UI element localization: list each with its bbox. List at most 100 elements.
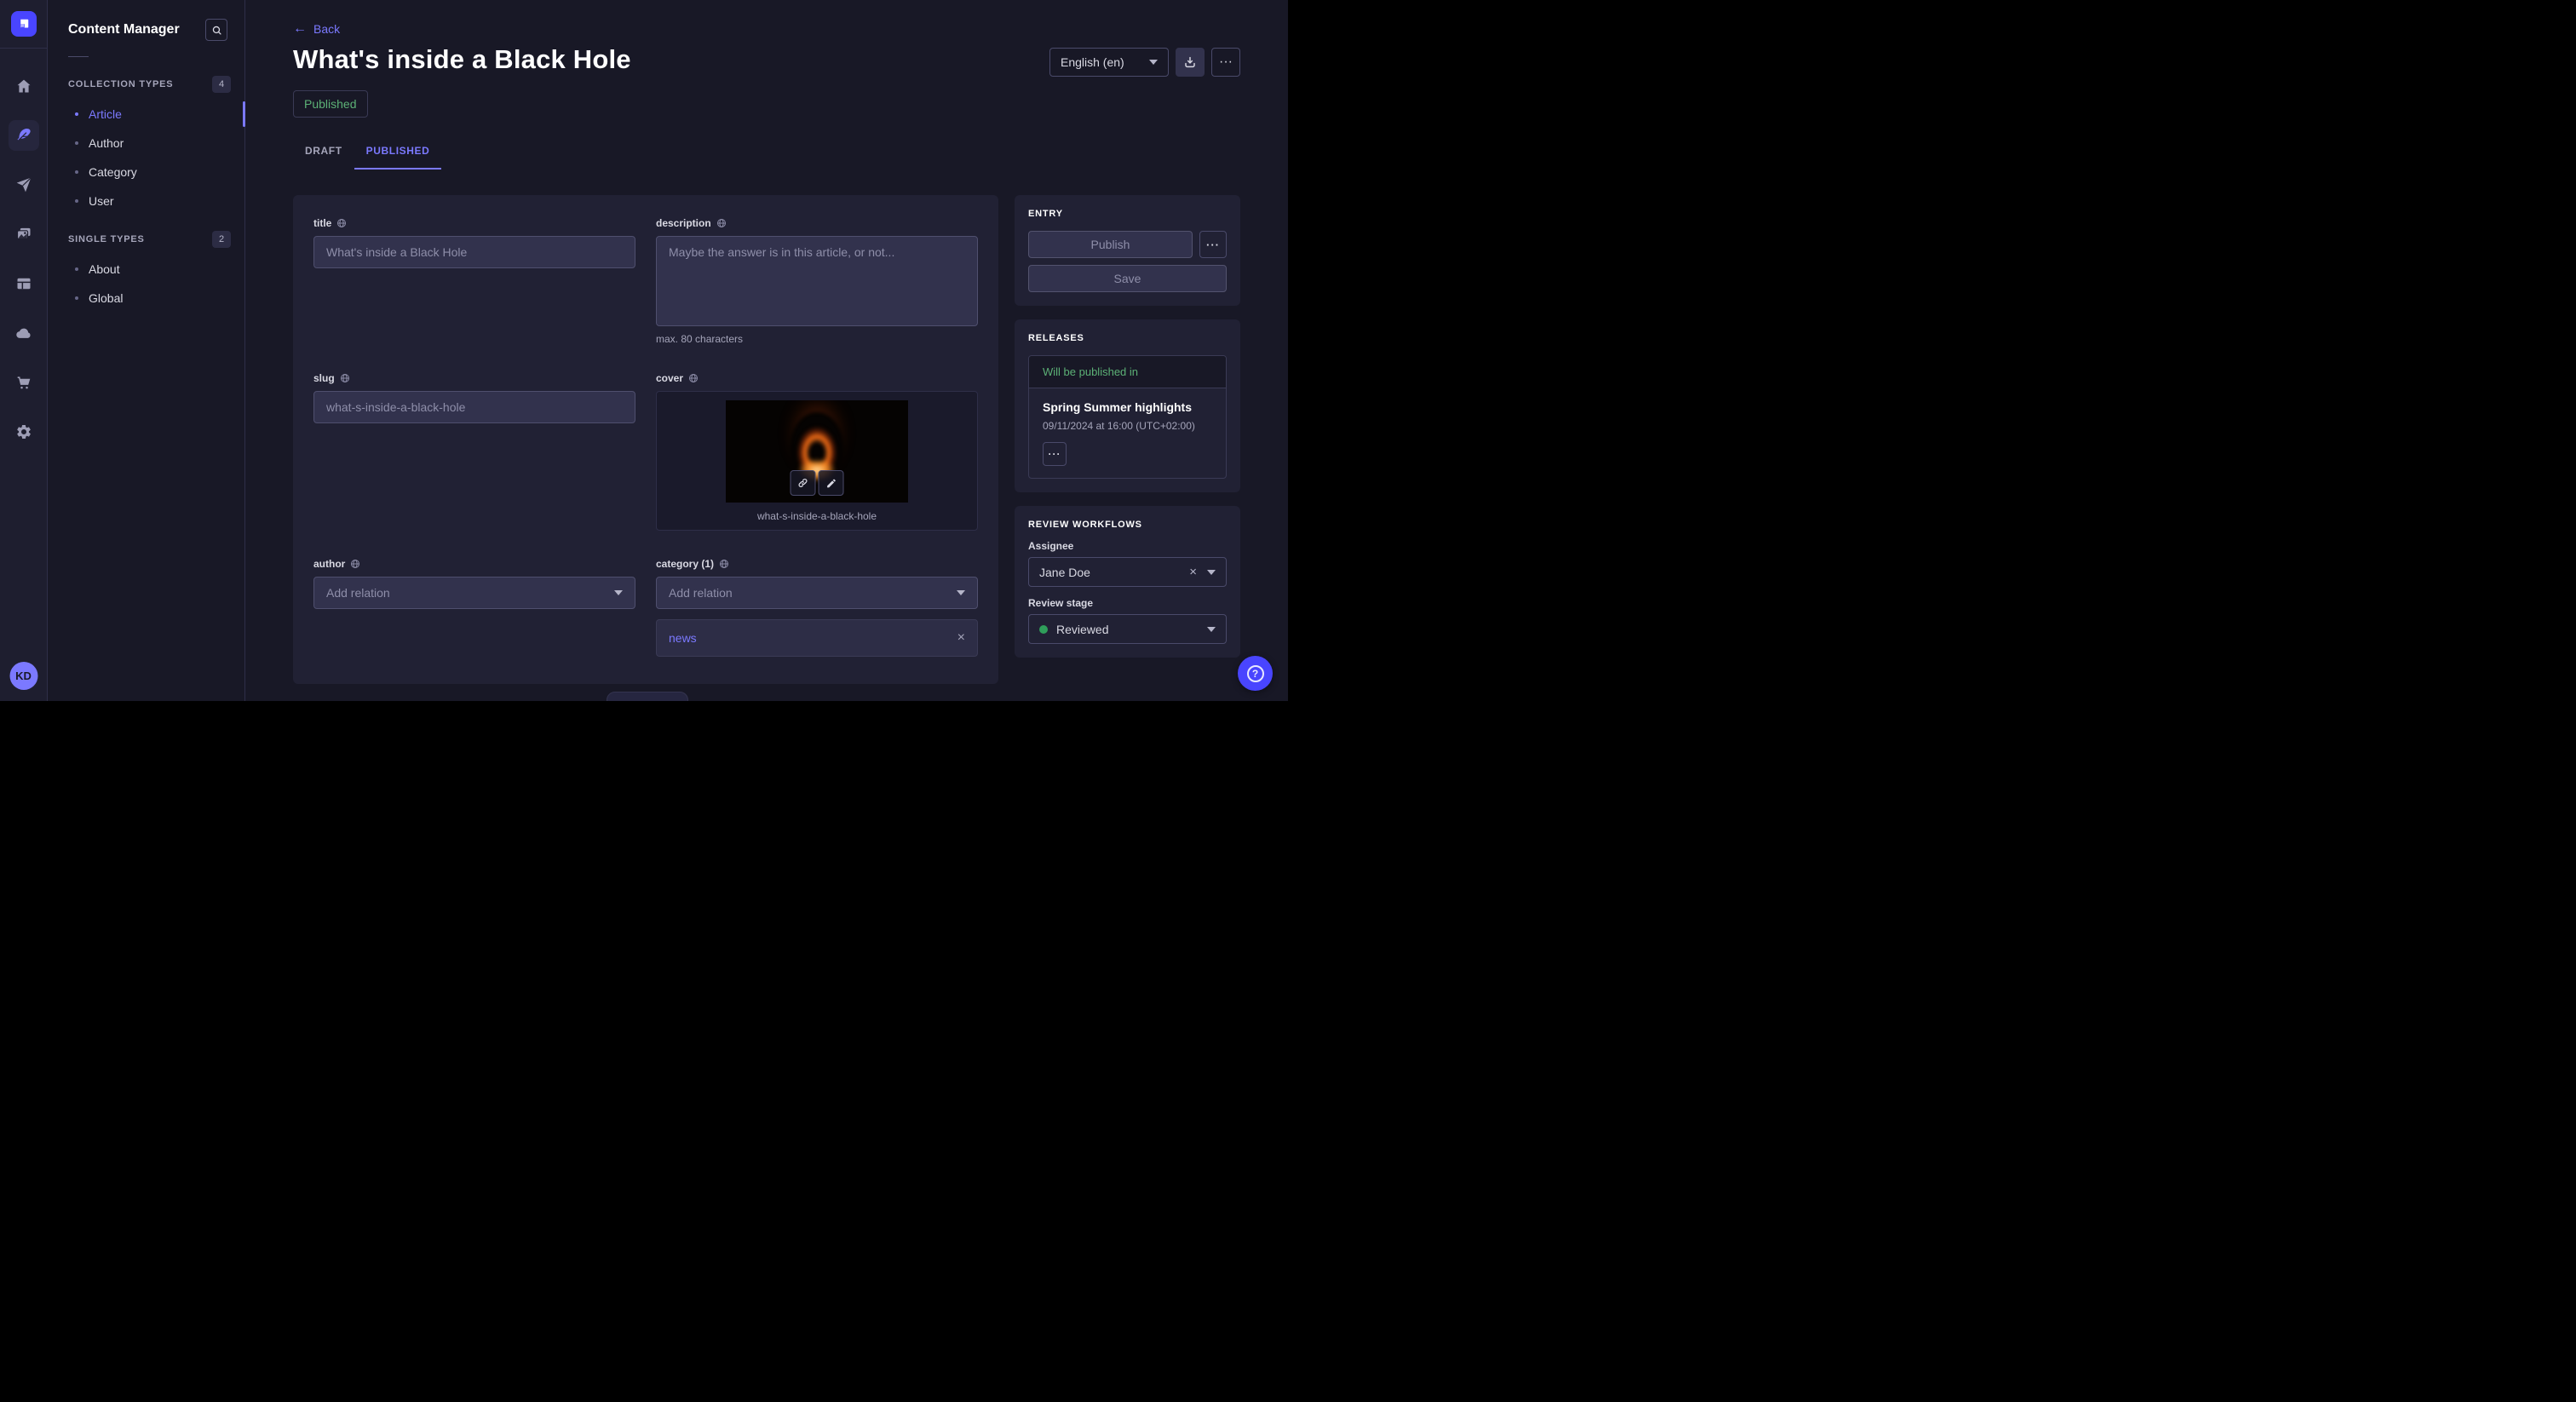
remove-relation-icon[interactable]: × — [957, 631, 965, 645]
section-label: COLLECTION TYPES — [68, 79, 173, 89]
status-badge: Published — [293, 90, 368, 118]
field-title: title What's inside a Black Hole — [313, 217, 635, 268]
main-content: ← Back What's inside a Black Hole Englis… — [245, 0, 1288, 701]
field-cover: cover — [656, 372, 978, 531]
content-manager-subnav: Content Manager COLLECTION TYPES 4 Artic… — [48, 0, 245, 701]
pencil-icon — [825, 478, 837, 489]
collection-types-section: COLLECTION TYPES 4 Article Author Catego… — [48, 69, 244, 215]
field-slug: slug what-s-inside-a-black-hole — [313, 372, 635, 423]
strapi-logo[interactable] — [11, 11, 37, 37]
sidebar-item-label: Author — [89, 136, 124, 150]
author-relation-combobox[interactable]: Add relation — [313, 577, 635, 609]
slug-input[interactable]: what-s-inside-a-black-hole — [313, 391, 635, 423]
cover-filename: what-s-inside-a-black-hole — [757, 510, 877, 522]
tab-published[interactable]: PUBLISHED — [354, 140, 442, 170]
sidebar-item-about[interactable]: About — [48, 255, 244, 284]
clear-assignee-icon[interactable]: × — [1189, 566, 1197, 578]
sidebar-item-user[interactable]: User — [48, 187, 244, 215]
question-mark-icon: ? — [1247, 665, 1264, 682]
stage-status-dot — [1039, 625, 1048, 634]
page-title: What's inside a Black Hole — [293, 44, 631, 75]
media-library-icon[interactable] — [9, 219, 39, 250]
slug-field-label: slug — [313, 372, 335, 384]
back-link[interactable]: ← Back — [293, 22, 340, 36]
subnav-divider — [68, 56, 89, 57]
assignee-value: Jane Doe — [1039, 566, 1090, 579]
search-button[interactable] — [205, 19, 227, 41]
ellipsis-icon: ··· — [1049, 448, 1061, 460]
tab-draft[interactable]: DRAFT — [293, 140, 354, 170]
search-icon — [211, 25, 222, 36]
sidebar-item-label: Global — [89, 291, 123, 305]
sidebar-item-article[interactable]: Article — [48, 100, 244, 129]
sidebar-item-category[interactable]: Category — [48, 158, 244, 187]
relation-link-news[interactable]: news — [669, 631, 697, 645]
cover-actions — [791, 470, 844, 496]
locale-globe-icon — [350, 559, 360, 569]
sidebar-item-author[interactable]: Author — [48, 129, 244, 158]
sidebar-item-label: Article — [89, 107, 122, 121]
single-types-section: SINGLE TYPES 2 About Global — [48, 224, 244, 313]
release-status: Will be published in — [1029, 356, 1226, 388]
download-icon — [1183, 55, 1197, 69]
bullet-icon — [75, 170, 78, 174]
cover-field-label: cover — [656, 372, 683, 384]
cover-media-card: what-s-inside-a-black-hole — [656, 391, 978, 531]
copy-link-button[interactable] — [791, 470, 816, 496]
chevron-down-icon — [614, 590, 623, 595]
category-field-label: category (1) — [656, 558, 714, 570]
main-nav-rail: KD — [0, 0, 48, 701]
export-download-button[interactable] — [1176, 48, 1205, 77]
review-stage-select[interactable]: Reviewed — [1028, 614, 1227, 644]
assignee-label: Assignee — [1028, 540, 1227, 552]
description-textarea[interactable]: Maybe the answer is in this article, or … — [656, 236, 978, 326]
content-manager-feather-icon[interactable] — [9, 120, 39, 151]
category-relation-combobox[interactable]: Add relation — [656, 577, 978, 609]
category-relation-item: news × — [656, 619, 978, 657]
cloud-icon[interactable] — [9, 318, 39, 348]
save-button[interactable]: Save — [1028, 265, 1227, 292]
header-more-button[interactable]: ··· — [1211, 48, 1240, 77]
sidebar-item-global[interactable]: Global — [48, 284, 244, 313]
help-button[interactable]: ? — [1238, 656, 1273, 691]
chevron-down-icon — [957, 590, 965, 595]
entry-more-button[interactable]: ··· — [1199, 231, 1227, 258]
release-card: Will be published in Spring Summer highl… — [1028, 355, 1227, 479]
logo-area — [0, 0, 47, 49]
home-icon[interactable] — [9, 71, 39, 101]
edit-media-button[interactable] — [819, 470, 844, 496]
bullet-icon — [75, 141, 78, 145]
description-helper-text: max. 80 characters — [656, 333, 978, 345]
locale-select[interactable]: English (en) — [1049, 48, 1169, 77]
sidebar-item-label: User — [89, 194, 114, 208]
section-label: SINGLE TYPES — [68, 234, 145, 244]
marketplace-cart-icon[interactable] — [9, 367, 39, 398]
review-stage-value: Reviewed — [1056, 623, 1108, 636]
releases-panel: RELEASES Will be published in Spring Sum… — [1015, 319, 1240, 492]
locale-globe-icon — [688, 373, 699, 383]
assignee-select[interactable]: Jane Doe × — [1028, 557, 1227, 587]
entry-panel: ENTRY Publish ··· Save — [1015, 195, 1240, 306]
entry-form-panel: title What's inside a Black Hole descrip… — [293, 195, 998, 684]
description-field-label: description — [656, 217, 711, 229]
sidebar-item-label: About — [89, 262, 120, 276]
entry-heading: ENTRY — [1028, 209, 1227, 219]
single-types-count-badge: 2 — [212, 231, 231, 248]
locale-globe-icon — [716, 218, 727, 228]
send-icon[interactable] — [9, 170, 39, 200]
field-author: author Add relation — [313, 558, 635, 609]
bullet-icon — [75, 267, 78, 271]
locale-globe-icon — [340, 373, 350, 383]
release-more-button[interactable]: ··· — [1043, 442, 1067, 466]
review-stage-label: Review stage — [1028, 597, 1227, 609]
header-actions: English (en) ··· — [1049, 48, 1240, 77]
settings-gear-icon[interactable] — [9, 417, 39, 447]
publish-button[interactable]: Publish — [1028, 231, 1193, 258]
author-relation-placeholder: Add relation — [326, 586, 390, 600]
content-type-builder-icon[interactable] — [9, 268, 39, 299]
locale-globe-icon — [336, 218, 347, 228]
review-workflows-panel: REVIEW WORKFLOWS Assignee Jane Doe × Rev… — [1015, 506, 1240, 658]
locale-globe-icon — [719, 559, 729, 569]
user-avatar[interactable]: KD — [9, 662, 37, 690]
title-input[interactable]: What's inside a Black Hole — [313, 236, 635, 268]
